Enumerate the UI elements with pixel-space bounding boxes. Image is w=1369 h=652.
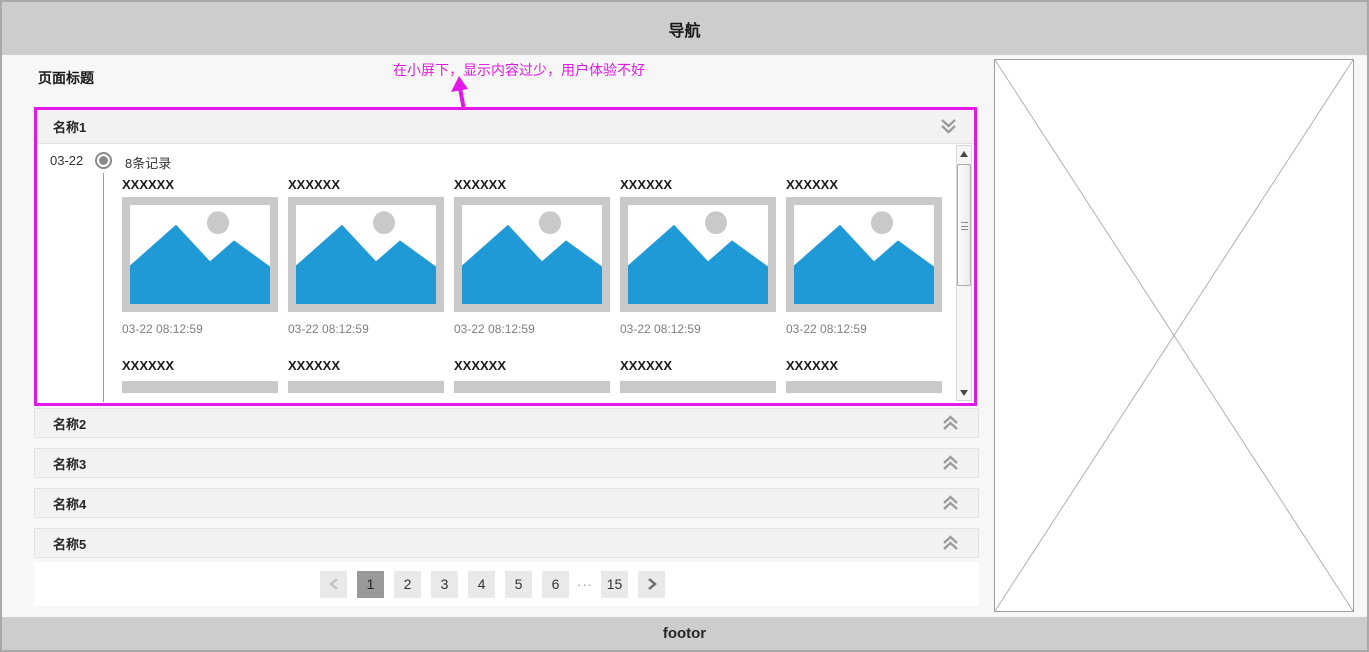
record-card[interactable]: XXXXXX 03-22 08:12:59	[620, 177, 776, 336]
record-card[interactable]: XXXXXX	[620, 358, 776, 393]
panel-2-title: 名称2	[53, 414, 86, 433]
expand-double-chevron-up-icon[interactable]	[941, 494, 960, 513]
placeholder-x-icon	[995, 60, 1353, 611]
panel-4-title: 名称4	[53, 494, 86, 513]
card-title: XXXXXX	[122, 358, 278, 378]
prev-page-button[interactable]	[320, 571, 347, 598]
annotation-note: 在小屏下，显示内容过少，用户体验不好	[393, 60, 645, 80]
panel-1-header[interactable]: 名称1	[37, 110, 974, 144]
image-placeholder-icon	[454, 197, 610, 312]
pagination: 1 2 3 4 5 6 ··· 15	[320, 571, 665, 598]
page-button-5[interactable]: 5	[505, 571, 532, 598]
card-title: XXXXXX	[786, 177, 942, 197]
expand-double-chevron-up-icon[interactable]	[941, 414, 960, 433]
cards-row-2: XXXXXX XXXXXX XXXXXX XXXXXX XXXXXX	[122, 358, 952, 393]
image-placeholder-icon	[454, 381, 610, 393]
vertical-scrollbar[interactable]	[956, 145, 972, 401]
panel-section-4[interactable]: 名称4	[34, 488, 979, 518]
scroll-up-icon[interactable]	[957, 146, 971, 161]
pagination-bar: 1 2 3 4 5 6 ··· 15	[34, 562, 979, 606]
record-card[interactable]: XXXXXX 03-22 08:12:59	[454, 177, 610, 336]
chevron-left-icon	[328, 577, 340, 591]
pagination-ellipsis: ···	[577, 577, 593, 592]
card-title: XXXXXX	[288, 358, 444, 378]
card-title: XXXXXX	[620, 358, 776, 378]
collapse-double-chevron-down-icon[interactable]	[939, 117, 958, 136]
record-card[interactable]: XXXXXX	[786, 358, 942, 393]
card-title: XXXXXX	[786, 358, 942, 378]
record-card[interactable]: XXXXXX 03-22 08:12:59	[786, 177, 942, 336]
card-title: XXXXXX	[288, 177, 444, 197]
page-button-15[interactable]: 15	[601, 571, 628, 598]
image-placeholder-icon	[786, 197, 942, 312]
expand-double-chevron-up-icon[interactable]	[941, 534, 960, 553]
record-card[interactable]: XXXXXX	[122, 358, 278, 393]
panel-section-3[interactable]: 名称3	[34, 448, 979, 478]
panel-section-5[interactable]: 名称5	[34, 528, 979, 558]
scrollbar-thumb[interactable]	[957, 164, 971, 286]
page-button-3[interactable]: 3	[431, 571, 458, 598]
image-placeholder-icon	[620, 381, 776, 393]
page-button-2[interactable]: 2	[394, 571, 421, 598]
card-timestamp: 03-22 08:12:59	[122, 322, 278, 336]
footer-bar: footor	[2, 617, 1367, 650]
image-placeholder-icon	[620, 197, 776, 312]
image-placeholder-icon	[288, 197, 444, 312]
panel-3-title: 名称3	[53, 454, 86, 473]
record-card[interactable]: XXXXXX	[288, 358, 444, 393]
scroll-down-icon[interactable]	[957, 385, 971, 400]
image-placeholder-icon	[786, 381, 942, 393]
footer-title: footor	[663, 625, 706, 642]
next-page-button[interactable]	[638, 571, 665, 598]
record-card[interactable]: XXXXXX	[454, 358, 610, 393]
record-card[interactable]: XXXXXX 03-22 08:12:59	[288, 177, 444, 336]
page-button-6[interactable]: 6	[542, 571, 569, 598]
panel-1-content: 03-22 8条记录 XXXXXX 03-22 08:12:59	[37, 144, 974, 402]
panel-1-title: 名称1	[53, 117, 86, 136]
image-placeholder-icon	[122, 381, 278, 393]
cards-row-1: XXXXXX 03-22 08:12:59 XXXXXX	[122, 177, 952, 336]
record-card[interactable]: XXXXXX 03-22 08:12:59	[122, 177, 278, 336]
card-timestamp: 03-22 08:12:59	[786, 322, 942, 336]
panel-section-1: 名称1 03-22 8条记录 XXXXXX	[34, 107, 977, 406]
panel-section-2[interactable]: 名称2	[34, 408, 979, 438]
page-button-4[interactable]: 4	[468, 571, 495, 598]
nav-title: 导航	[668, 17, 700, 41]
timeline-line	[103, 173, 104, 402]
record-count: 8条记录	[125, 153, 171, 172]
card-title: XXXXXX	[620, 177, 776, 197]
wireframe-image-placeholder	[994, 59, 1354, 612]
scrollbar-grip-icon	[961, 222, 968, 230]
expand-double-chevron-up-icon[interactable]	[941, 454, 960, 473]
image-placeholder-icon	[122, 197, 278, 312]
card-timestamp: 03-22 08:12:59	[454, 322, 610, 336]
image-placeholder-icon	[288, 381, 444, 393]
timeline-marker-icon	[95, 152, 112, 169]
top-nav-bar: 导航	[2, 2, 1367, 55]
panel-5-title: 名称5	[53, 534, 86, 553]
app-window: 导航 页面标题 在小屏下，显示内容过少，用户体验不好 名称1 03-22 8条记…	[0, 0, 1369, 652]
card-title: XXXXXX	[454, 177, 610, 197]
page-title: 页面标题	[38, 68, 94, 88]
chevron-right-icon	[646, 577, 658, 591]
card-timestamp: 03-22 08:12:59	[288, 322, 444, 336]
card-timestamp: 03-22 08:12:59	[620, 322, 776, 336]
card-title: XXXXXX	[122, 177, 278, 197]
page-button-1[interactable]: 1	[357, 571, 384, 598]
card-title: XXXXXX	[454, 358, 610, 378]
timeline-date: 03-22	[50, 153, 83, 168]
